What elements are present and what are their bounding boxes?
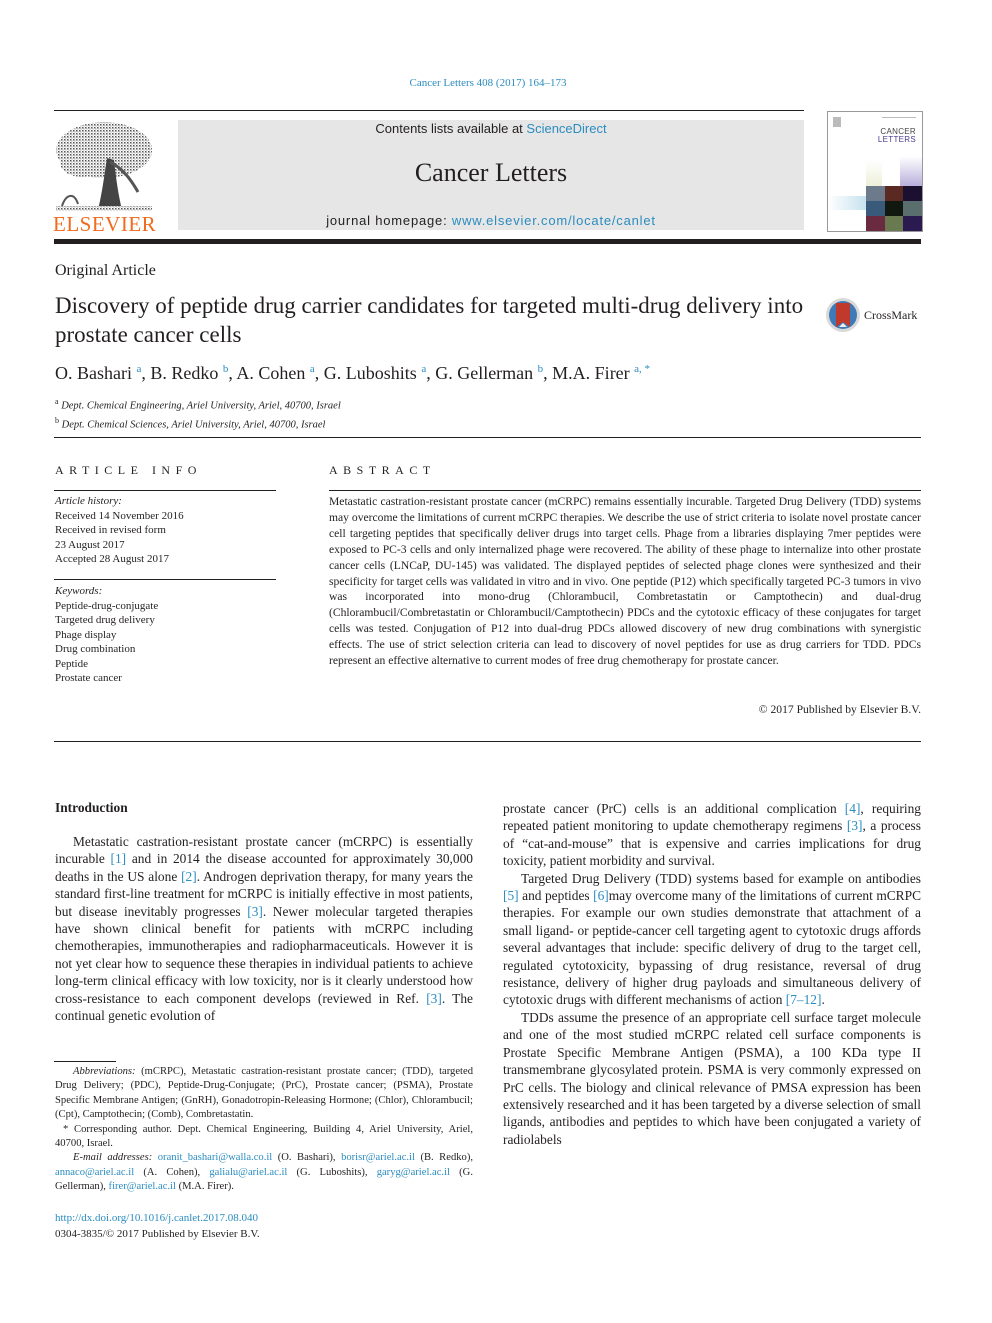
contents-available: Contents lists available at ScienceDirec… xyxy=(375,121,607,136)
cover-tile xyxy=(884,216,904,231)
article-title: Discovery of peptide drug carrier candid… xyxy=(55,293,804,347)
crossmark-button[interactable]: CrossMark xyxy=(825,297,925,333)
divider xyxy=(54,490,276,491)
divider xyxy=(54,437,921,438)
header-thick-rule xyxy=(54,239,921,244)
journal-title[interactable]: Cancer Letters xyxy=(178,158,804,188)
author[interactable]: G. Gellerman b xyxy=(435,363,543,383)
reference-link[interactable]: [7‒12] xyxy=(786,992,822,1007)
article-history: Article history: Received 14 November 20… xyxy=(55,495,184,565)
homepage-link[interactable]: www.elsevier.com/locate/canlet xyxy=(452,213,656,228)
keyword: Drug combination xyxy=(55,643,136,655)
reference-link[interactable]: [3] xyxy=(247,904,263,919)
reference-link[interactable]: [1] xyxy=(111,851,127,866)
abstract-text: Metastatic castration-resistant prostate… xyxy=(329,495,921,668)
keyword: Peptide xyxy=(55,657,88,670)
email-link[interactable]: oranit_bashari@walla.co.il xyxy=(158,1152,272,1163)
author[interactable]: O. Bashari a xyxy=(55,363,141,383)
abstract-copyright: © 2017 Published by Elsevier B.V. xyxy=(758,703,921,716)
cover-tile xyxy=(903,186,922,201)
keyword: Targeted drug delivery xyxy=(55,614,155,626)
cover-tile xyxy=(866,201,885,216)
author-list: O. Bashari a, B. Redko b, A. Cohen a, G.… xyxy=(55,363,651,383)
keyword: Prostate cancer xyxy=(55,672,122,684)
article-info-heading: ARTICLE INFO xyxy=(55,463,202,477)
footnotes: Abbreviations: (mCRPC), Metastatic castr… xyxy=(55,1065,473,1195)
cover-tile xyxy=(884,201,904,216)
intro-column-2: prostate cancer (PrC) cells is an additi… xyxy=(503,800,921,1148)
cover-band-2 xyxy=(900,156,922,186)
email-link[interactable]: firer@ariel.ac.il xyxy=(109,1181,176,1192)
article-type: Original Article xyxy=(55,262,156,279)
elsevier-logo[interactable]: ELSEVIER xyxy=(52,118,156,236)
issn-copyright: 0304-3835/© 2017 Published by Elsevier B… xyxy=(55,1228,260,1240)
cover-image-grid xyxy=(866,186,922,231)
intro-paragraph-3: Targeted Drug Delivery (TDD) systems bas… xyxy=(503,870,921,1008)
keyword: Phage display xyxy=(55,628,117,641)
article-identifiers: http://dx.doi.org/10.1016/j.canlet.2017.… xyxy=(55,1210,260,1242)
elsevier-wordmark: ELSEVIER xyxy=(53,212,157,236)
affiliation-b: b Dept. Chemical Sciences, Ariel Univers… xyxy=(55,415,326,431)
author[interactable]: B. Redko b xyxy=(150,363,228,383)
journal-header-box: Contents lists available at ScienceDirec… xyxy=(178,120,804,230)
cover-band-3 xyxy=(828,196,866,210)
email-link[interactable]: annaco@ariel.ac.il xyxy=(55,1167,134,1178)
email-link[interactable]: garyg@ariel.ac.il xyxy=(377,1167,450,1178)
reference-link[interactable]: [2] xyxy=(181,869,197,884)
email-link[interactable]: borisr@ariel.ac.il xyxy=(341,1152,415,1163)
email-addresses: E-mail addresses: oranit_bashari@walla.c… xyxy=(55,1152,474,1193)
crossmark-icon xyxy=(826,298,860,332)
journal-cover-thumbnail[interactable]: CANCER LETTERS xyxy=(827,111,923,232)
cover-tile xyxy=(903,201,922,216)
abstract-heading: ABSTRACT xyxy=(329,463,436,477)
affiliation-a: a Dept. Chemical Engineering, Ariel Univ… xyxy=(55,397,341,412)
keywords: Keywords: Peptide-drug-conjugate Targete… xyxy=(55,584,277,686)
cover-tile xyxy=(884,186,904,201)
divider xyxy=(54,579,276,580)
intro-paragraph-1: Metastatic castration-resistant prostate… xyxy=(55,834,474,1024)
author[interactable]: G. Luboshits a xyxy=(324,363,426,383)
author[interactable]: M.A. Firer a, * xyxy=(552,363,650,383)
cover-tile xyxy=(903,216,922,231)
cover-tile xyxy=(866,186,885,201)
reference-link[interactable]: [5] xyxy=(503,888,519,903)
cover-publisher-mark xyxy=(833,117,841,127)
corresponding-author-footnote: * Corresponding author. Dept. Chemical E… xyxy=(55,1123,473,1150)
reference-link[interactable]: [3] xyxy=(847,818,863,833)
cover-issue-line xyxy=(882,117,916,118)
cover-band-1 xyxy=(866,160,882,186)
header-top-rule xyxy=(54,110,804,111)
introduction-heading: Introduction xyxy=(55,800,128,815)
reference-link[interactable]: [4] xyxy=(845,801,861,816)
journal-citation[interactable]: Cancer Letters 408 (2017) 164–173 xyxy=(300,77,676,89)
abbreviations-footnote: Abbreviations: (mCRPC), Metastatic castr… xyxy=(55,1066,473,1121)
keyword: Peptide-drug-conjugate xyxy=(55,599,159,612)
email-link[interactable]: galialu@ariel.ac.il xyxy=(209,1167,287,1178)
divider xyxy=(54,741,921,742)
reference-link[interactable]: [3] xyxy=(426,991,442,1006)
intro-paragraph-4: TDDs assume the presence of an appropria… xyxy=(503,1009,921,1147)
cover-tile xyxy=(866,216,885,231)
divider xyxy=(329,490,921,491)
cover-title: CANCER LETTERS xyxy=(877,127,916,144)
journal-homepage: journal homepage: www.elsevier.com/locat… xyxy=(326,213,656,228)
doi-link[interactable]: http://dx.doi.org/10.1016/j.canlet.2017.… xyxy=(55,1210,260,1226)
intro-paragraph-2: prostate cancer (PrC) cells is an additi… xyxy=(503,801,921,869)
elsevier-tree-icon xyxy=(56,122,152,211)
author[interactable]: A. Cohen a xyxy=(236,363,314,383)
reference-link[interactable]: [6] xyxy=(593,888,609,903)
affiliations: a Dept. Chemical Engineering, Ariel Univ… xyxy=(55,395,341,432)
footnote-rule xyxy=(54,1061,116,1062)
sciencedirect-link[interactable]: ScienceDirect xyxy=(526,121,606,136)
crossmark-label: CrossMark xyxy=(864,308,918,322)
